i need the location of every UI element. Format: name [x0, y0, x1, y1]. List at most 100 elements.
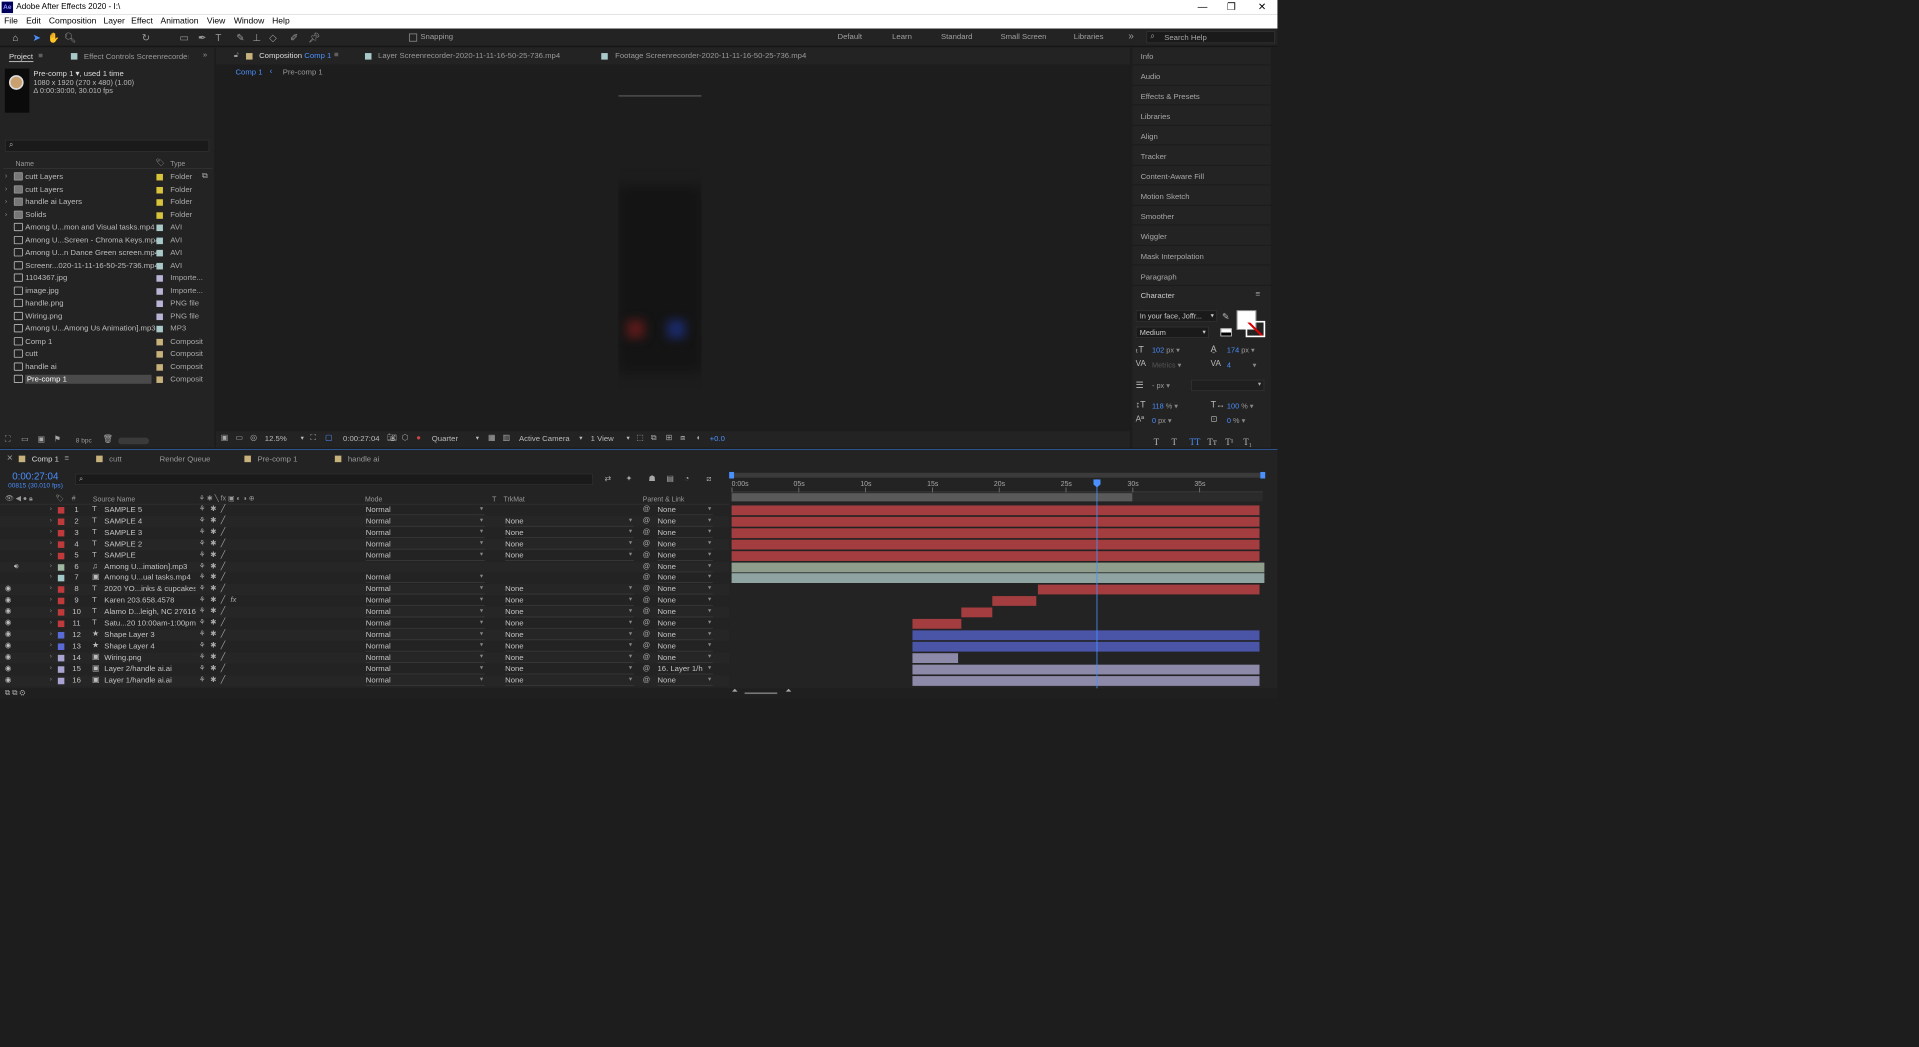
pickwhip-icon[interactable]: @	[643, 607, 650, 615]
table-row[interactable]: 🔊︎ › 6 ♫ Among U...imation].mp3 ⚘ ✱ ╱ @ None ▾	[0, 561, 730, 573]
font-style-select[interactable]: Medium ▾	[1135, 326, 1209, 339]
label-color-swatch[interactable]	[156, 363, 163, 371]
collapse-switch-icon[interactable]: ✱	[210, 539, 216, 548]
quality-switch-icon[interactable]: ╱	[221, 675, 225, 684]
label-color-swatch[interactable]	[57, 541, 65, 548]
label-color-swatch[interactable]	[156, 300, 163, 308]
label-color-swatch[interactable]	[57, 631, 65, 639]
chevron-right-icon[interactable]: ›	[50, 550, 52, 557]
clone-stamp-icon[interactable]: ⊥	[250, 31, 263, 44]
layer-bar[interactable]	[731, 562, 1265, 572]
navigator-end-handle[interactable]	[1260, 471, 1266, 479]
comp-mini-flowchart-icon[interactable]: ⇄	[605, 474, 612, 483]
pickwhip-icon[interactable]: @	[643, 675, 650, 683]
parent-select[interactable]: None ▾	[657, 618, 713, 629]
collapse-switch-icon[interactable]: ✱	[210, 527, 216, 536]
visibility-eye-icon[interactable]: ◉	[5, 664, 11, 673]
quality-switch-icon[interactable]: ╱	[221, 629, 225, 638]
tsume-value[interactable]: 0 % ▾	[1227, 416, 1245, 425]
label-color-swatch[interactable]	[156, 211, 163, 219]
parent-select[interactable]: None ▾	[657, 527, 713, 538]
collapse-switch-icon[interactable]: ✱	[210, 550, 216, 559]
layer-name[interactable]: Among U...imation].mp3	[104, 562, 195, 571]
list-item[interactable]: handle.png PNG file	[3, 297, 212, 309]
shy-switch-icon[interactable]: ⚘	[199, 527, 206, 536]
layer-bar[interactable]	[912, 641, 1260, 652]
tab-render-queue[interactable]: Render Queue	[160, 455, 211, 464]
panel-mask-interpolation[interactable]: Mask Interpolation	[1141, 252, 1204, 261]
panel-paragraph[interactable]: Paragraph	[1141, 272, 1177, 281]
table-row[interactable]: ◉ › 15 ▣ Layer 2/handle ai.ai ⚘ ✱ ╱ Normal ▾ None ▾…	[0, 663, 730, 675]
quality-switch-icon[interactable]: ╱	[221, 573, 225, 582]
lock-icon[interactable]: 🔓︎	[234, 51, 239, 60]
label-color-swatch[interactable]	[156, 173, 163, 181]
exposure-value[interactable]: +0.0	[710, 434, 725, 443]
layer-name[interactable]: Karen 203.658.4578	[104, 596, 195, 605]
chevron-right-icon[interactable]: ›	[50, 629, 52, 636]
parent-select[interactable]: None ▾	[657, 595, 713, 607]
monitor-icon[interactable]: ▭	[235, 434, 242, 443]
trkmat-select[interactable]: None ▾	[505, 539, 634, 550]
tab-composition[interactable]: Composition Comp 1	[259, 51, 331, 60]
list-item[interactable]: Among U...Screen - Chroma Keys.mp4 AVI	[3, 234, 212, 246]
layer-name[interactable]: SAMPLE 3	[104, 528, 195, 537]
pickwhip-icon[interactable]: @	[643, 561, 650, 569]
panel-audio[interactable]: Audio	[1141, 72, 1161, 81]
type-tool-icon[interactable]: T	[212, 31, 225, 44]
shy-icon[interactable]: ☗	[648, 474, 655, 483]
zoom-out-icon[interactable]: ⏶	[732, 687, 739, 696]
frame-blending-icon[interactable]: ▤	[666, 474, 674, 483]
channels-icon[interactable]: ●	[416, 434, 421, 443]
tab-effect-controls[interactable]: Effect Controls Screenrecorder-2	[84, 52, 188, 61]
layer-bar[interactable]	[1037, 584, 1260, 595]
collapse-switch-icon[interactable]: ✱	[210, 652, 216, 661]
tab-cutt[interactable]: cutt	[109, 455, 121, 464]
panel-overflow-icon[interactable]: »	[203, 51, 207, 60]
menu-edit[interactable]: Edit	[26, 16, 41, 26]
collapse-switch-icon[interactable]: ✱	[210, 607, 216, 616]
render-icon[interactable]: ⚑	[54, 435, 61, 444]
magnification-select[interactable]: 12.5% ▾	[265, 434, 306, 443]
list-item[interactable]: Screenr...020-11-11-16-50-25-736.mp4 AVI	[3, 259, 212, 271]
menu-window[interactable]: Window	[234, 16, 264, 26]
trash-icon[interactable]: 🗑︎	[103, 435, 113, 444]
label-color-swatch[interactable]	[156, 262, 163, 270]
visibility-eye-icon[interactable]: ◉	[5, 607, 11, 616]
flowchart-icon[interactable]: ⧈	[680, 434, 685, 443]
panel-menu-icon[interactable]: ≡	[38, 51, 43, 60]
vertical-scale-value[interactable]: 118 % ▾	[1152, 402, 1178, 411]
col-mode[interactable]: Mode	[365, 495, 382, 503]
collapse-switch-icon[interactable]: ✱	[210, 675, 216, 684]
label-color-swatch[interactable]	[156, 313, 163, 320]
pickwhip-icon[interactable]: @	[643, 629, 650, 637]
minimize-icon[interactable]: —	[1198, 1, 1208, 12]
label-color-swatch[interactable]	[156, 199, 163, 206]
puppet-pin-icon[interactable]: 📌︎	[308, 31, 321, 44]
layer-bar[interactable]	[731, 550, 1260, 561]
tracking-value[interactable]: 4 ▾	[1227, 361, 1256, 370]
chevron-right-icon[interactable]: ›	[50, 573, 52, 580]
mode-select[interactable]: Normal ▾	[365, 505, 485, 516]
pickwhip-icon[interactable]: @	[643, 618, 650, 626]
black-white-swap-icon[interactable]	[1220, 328, 1232, 337]
mode-select[interactable]: Normal ▾	[365, 550, 485, 561]
mode-select[interactable]: Normal ▾	[365, 618, 485, 629]
time-navigator[interactable]	[729, 471, 1266, 479]
label-color-swatch[interactable]	[156, 351, 163, 358]
shy-switch-icon[interactable]: ⚘	[199, 505, 206, 514]
project-search-input[interactable]: ⌕	[4, 139, 210, 152]
transparency-grid-icon[interactable]: ▦	[488, 434, 495, 443]
trkmat-select[interactable]: None ▾	[505, 550, 634, 561]
chevron-right-icon[interactable]: ›	[50, 641, 52, 648]
list-item[interactable]: Among U...mon and Visual tasks.mp4 AVI	[3, 221, 212, 233]
parent-select[interactable]: 16. Layer 1/h ▾	[657, 664, 713, 675]
quality-switch-icon[interactable]: ╱	[221, 607, 225, 616]
chevron-right-icon[interactable]: ›	[50, 618, 52, 625]
layer-bar[interactable]	[992, 596, 1037, 607]
timeline-current-time[interactable]: 0:00:27:04	[12, 470, 58, 481]
restore-icon[interactable]: ❐	[1227, 1, 1236, 12]
quality-switch-icon[interactable]: ╱	[221, 561, 225, 570]
mode-select[interactable]: Normal ▾	[365, 675, 485, 686]
shy-switch-icon[interactable]: ⚘	[199, 584, 206, 593]
menu-help[interactable]: Help	[272, 16, 290, 26]
